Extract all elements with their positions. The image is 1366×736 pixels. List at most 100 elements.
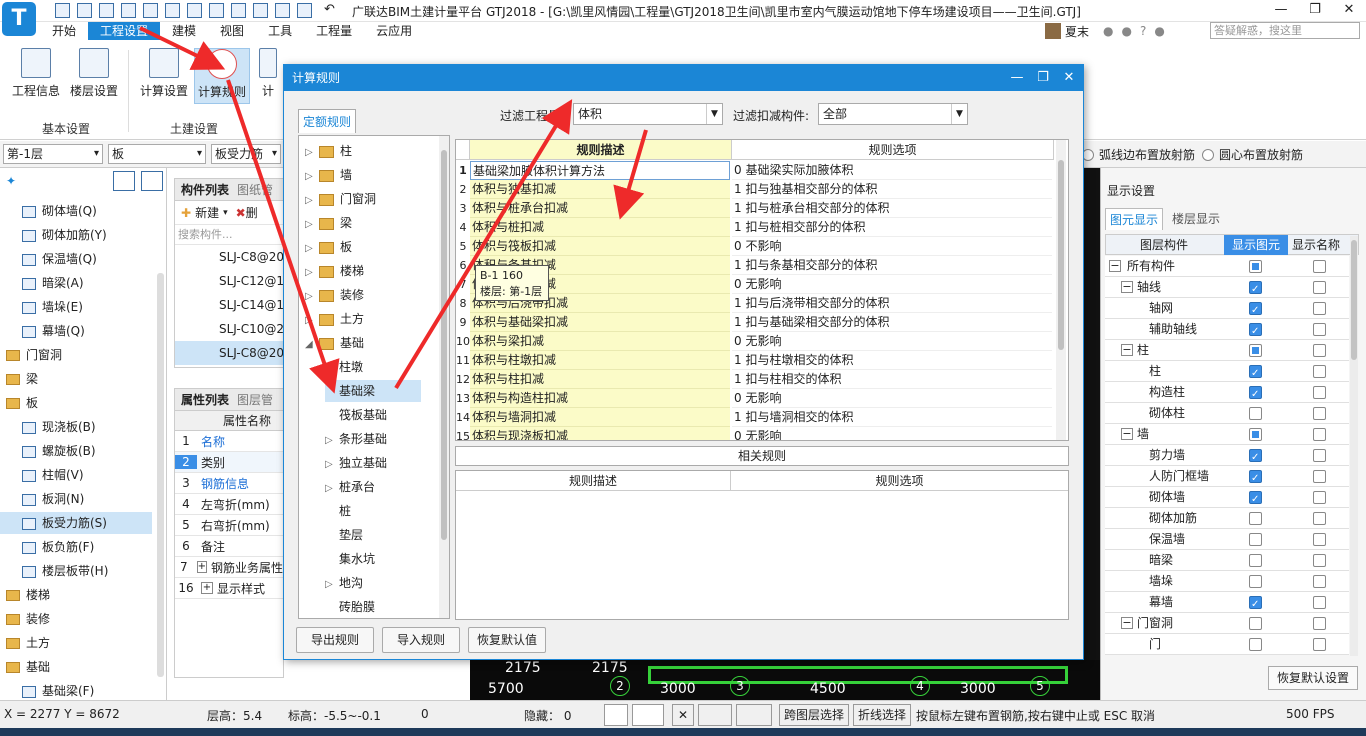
show-name-checkbox[interactable] — [1313, 575, 1326, 588]
show-name-checkbox[interactable] — [1313, 344, 1326, 357]
help-icon[interactable]: ? — [1140, 24, 1146, 38]
grid-scrollbar[interactable] — [1056, 140, 1066, 440]
col-show-element[interactable]: 显示图元 — [1224, 235, 1288, 255]
display-row[interactable]: − 轴线 — [1105, 277, 1349, 300]
nav-item[interactable]: 砌体墙(Q) — [0, 200, 150, 222]
display-row[interactable]: − 柱 — [1105, 340, 1349, 361]
expand-arrow-icon[interactable]: ▷ — [305, 166, 319, 188]
show-name-checkbox[interactable] — [1313, 638, 1326, 651]
close-button[interactable]: ✕ — [1332, 0, 1366, 22]
show-name-checkbox[interactable] — [1313, 533, 1326, 546]
expand-arrow-icon[interactable]: ▷ — [305, 142, 319, 164]
pencil-icon[interactable] — [275, 3, 290, 18]
table-icon[interactable] — [297, 3, 312, 18]
component-list-item[interactable]: SLJ-C12@1 — [175, 269, 283, 293]
rule-row[interactable]: 10 体积与梁扣减 0 无影响 — [456, 332, 1054, 351]
print-icon[interactable] — [143, 3, 158, 18]
rule-desc-cell[interactable]: 体积与现浇板扣减 — [470, 427, 730, 440]
rule-row[interactable]: 15 体积与现浇板扣减 0 无影响 — [456, 427, 1054, 440]
nav-item[interactable]: 基础梁(F) — [0, 680, 150, 702]
show-name-checkbox[interactable] — [1313, 617, 1326, 630]
component-list-item[interactable]: SLJ-C8@20 — [175, 341, 283, 365]
show-element-checkbox[interactable] — [1249, 279, 1262, 300]
show-name-checkbox[interactable] — [1313, 302, 1326, 315]
rule-tree-item[interactable]: 筏板基础 — [325, 404, 445, 426]
display-row[interactable]: 幕墙 — [1105, 592, 1349, 615]
expand-arrow-icon[interactable]: ◢ — [305, 334, 319, 356]
nav-item[interactable]: 楼层板带(H) — [0, 560, 150, 582]
show-name-checkbox[interactable] — [1313, 281, 1326, 294]
leftnav-scrollbar[interactable] — [157, 273, 164, 677]
rule-desc-cell[interactable]: 体积与桩承台扣减 — [470, 199, 730, 218]
rule-row[interactable]: 14 体积与墙洞扣减 1 扣与墙洞相交的体积 — [456, 408, 1054, 427]
rule-tree-item[interactable]: ▷ 独立基础 — [325, 452, 445, 474]
display-row[interactable]: 辅助轴线 — [1105, 319, 1349, 342]
radio-center-circle[interactable] — [1202, 148, 1214, 161]
menu-cloud[interactable]: 云应用 — [364, 22, 424, 40]
show-element-checkbox[interactable] — [1249, 575, 1262, 588]
nav-item[interactable]: 螺旋板(B) — [0, 440, 150, 462]
nav-item[interactable]: 板受力筋(S) — [0, 512, 152, 534]
col-show-name[interactable]: 显示名称 — [1292, 235, 1340, 255]
rule-option-cell[interactable]: 1 扣与桩相交部分的体积 — [732, 218, 1052, 237]
tab-floor-display[interactable]: 楼层显示 — [1167, 208, 1225, 230]
nav-item[interactable]: 暗梁(A) — [0, 272, 150, 294]
ribbon-more-button[interactable]: 计 — [256, 48, 280, 104]
rule-option-cell[interactable]: 1 扣与独基相交部分的体积 — [732, 180, 1052, 199]
app-logo[interactable]: T — [2, 2, 36, 36]
show-name-checkbox[interactable] — [1313, 470, 1326, 483]
show-element-checkbox[interactable] — [1249, 533, 1262, 546]
nav-item[interactable]: 梁 — [0, 368, 150, 390]
rule-tree-item[interactable]: 砖胎膜 — [325, 596, 445, 618]
angle-icon[interactable] — [698, 704, 732, 726]
collapse-icon[interactable]: − — [1109, 260, 1121, 272]
undo-icon[interactable]: ↶ — [324, 2, 335, 17]
show-name-checkbox[interactable] — [1313, 386, 1326, 399]
display-row[interactable]: 砌体墙 — [1105, 487, 1349, 510]
expand-arrow-icon[interactable]: ▷ — [325, 478, 339, 500]
rule-option-cell[interactable]: 0 无影响 — [732, 389, 1052, 408]
property-row[interactable]: 7 + 钢筋业务属性 — [175, 557, 283, 578]
settings-icon[interactable]: ● — [1122, 24, 1132, 38]
category-select[interactable]: 板 — [108, 144, 206, 164]
rule-desc-cell[interactable]: 体积与墙洞扣减 — [470, 408, 730, 427]
show-name-checkbox[interactable] — [1313, 554, 1326, 567]
show-element-checkbox[interactable] — [1249, 363, 1262, 384]
rule-desc-cell[interactable]: 体积与柱扣减 — [470, 370, 730, 389]
rule-tree-item[interactable]: ▷ 条形基础 — [325, 428, 445, 450]
rule-tree-item[interactable]: ▷ 地沟 — [325, 572, 445, 594]
display-scrollbar[interactable] — [1350, 236, 1358, 656]
rule-tree-item[interactable]: ▷ 墙 — [305, 164, 425, 186]
display-row[interactable]: 门 — [1105, 634, 1349, 655]
calculator-icon[interactable] — [253, 3, 268, 18]
show-element-checkbox[interactable] — [1249, 321, 1262, 342]
pin-icon[interactable]: ✦ — [6, 174, 16, 188]
minimize-button[interactable]: — — [1264, 0, 1298, 22]
rule-row[interactable]: 12 体积与柱扣减 1 扣与柱相交的体积 — [456, 370, 1054, 389]
rule-row[interactable]: 2 体积与独基扣减 1 扣与独基相交部分的体积 — [456, 180, 1054, 199]
display-row[interactable]: 墙垛 — [1105, 571, 1349, 592]
expand-arrow-icon[interactable]: ▷ — [305, 214, 319, 236]
show-name-checkbox[interactable] — [1313, 260, 1326, 273]
cross-icon[interactable]: ✕ — [672, 704, 694, 726]
property-row[interactable]: 3 钢筋信息 — [175, 473, 283, 494]
rule-tree-item[interactable]: ▷ 门窗洞 — [305, 188, 425, 210]
layer-icon[interactable] — [187, 3, 202, 18]
cloud-icon[interactable] — [121, 3, 136, 18]
filter-deduct-select[interactable]: 全部 ▼ — [818, 103, 968, 125]
show-element-checkbox[interactable] — [1249, 554, 1262, 567]
nav-item[interactable]: 现浇板(B) — [0, 416, 150, 438]
nav-item[interactable]: 板 — [0, 392, 150, 414]
rule-option-cell[interactable]: 1 扣与墙洞相交的体积 — [732, 408, 1052, 427]
floor-select[interactable]: 第-1层 — [3, 144, 103, 164]
tab-property-list[interactable]: 属性列表 — [181, 389, 229, 411]
tab-element-display[interactable]: 图元显示 — [1105, 208, 1163, 230]
nav-item[interactable]: 门窗洞 — [0, 344, 150, 366]
rule-row[interactable]: 13 体积与构造柱扣减 0 无影响 — [456, 389, 1054, 408]
rule-option-cell[interactable]: 0 基础梁实际加腋体积 — [732, 161, 1052, 180]
display-row[interactable]: 构造柱 — [1105, 382, 1349, 405]
delete-button[interactable]: 删 — [246, 204, 258, 221]
rule-row[interactable]: 3 体积与桩承台扣减 1 扣与桩承台相交部分的体积 — [456, 199, 1054, 218]
rule-tree-item[interactable]: ▷ 柱 — [305, 140, 425, 162]
export-rules-button[interactable]: 导出规则 — [296, 627, 374, 653]
